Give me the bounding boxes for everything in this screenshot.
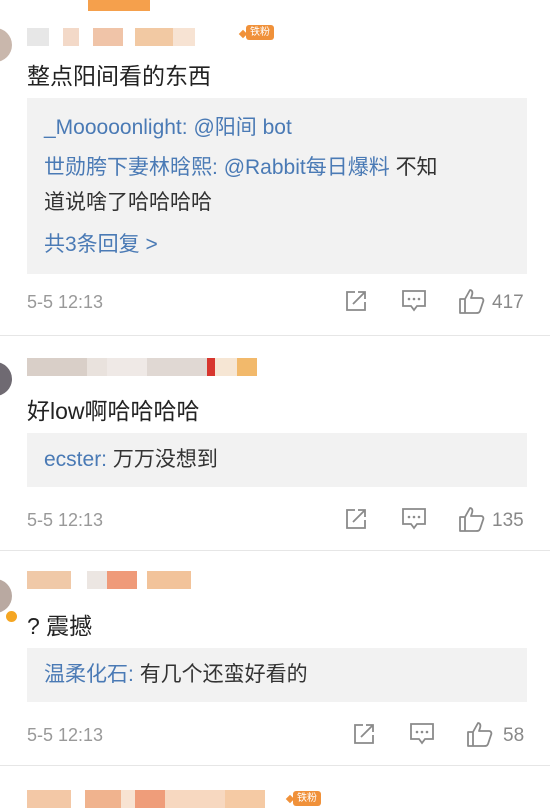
comment-2: 好low啊哈哈哈哈 ecster: 万万没想到 5-5 12:13 135 xyxy=(0,336,550,549)
share-icon[interactable] xyxy=(344,289,368,313)
reply-box[interactable]: _Mooooonlight: @阳间 bot 世勋胯下妻林晗熙: @Rabbit… xyxy=(27,98,527,274)
username-blurred[interactable] xyxy=(27,571,191,589)
verified-dot xyxy=(4,609,19,624)
more-replies-link[interactable]: 共3条回复 > xyxy=(44,226,158,264)
like-icon[interactable] xyxy=(465,720,493,748)
reply-user[interactable]: 世勋胯下妻林晗熙: xyxy=(44,156,218,179)
comment-icon[interactable] xyxy=(401,507,427,531)
fan-badge: 铁粉 xyxy=(246,25,274,40)
comment-text: ? 震撼 xyxy=(27,613,93,639)
reply-box[interactable]: 温柔化石: 有几个还蛮好看的 xyxy=(27,648,527,702)
reply-text: 不知 xyxy=(395,156,438,179)
reply-user[interactable]: _Mooooonlight: xyxy=(44,116,188,139)
reply-mention[interactable]: @Rabbit每日爆料 xyxy=(224,156,390,179)
comment-4: 铁粉 xyxy=(0,766,550,808)
reply-text: @阳间 bot xyxy=(193,116,292,139)
like-count: 135 xyxy=(492,510,524,531)
timestamp: 5-5 12:13 xyxy=(27,725,104,745)
share-icon[interactable] xyxy=(352,722,376,746)
reply-line-3: 道说啥了哈哈哈哈 xyxy=(44,184,212,222)
comment-text: 整点阳间看的东西 xyxy=(27,63,211,89)
username-blurred[interactable] xyxy=(27,790,265,808)
avatar[interactable] xyxy=(0,28,12,62)
timestamp: 5-5 12:13 xyxy=(27,292,104,312)
username-blurred[interactable] xyxy=(27,28,195,46)
avatar[interactable] xyxy=(0,579,12,613)
comment-text: 好low啊哈哈哈哈 xyxy=(27,398,200,424)
like-count: 417 xyxy=(492,292,524,313)
comment-icon[interactable] xyxy=(409,722,435,746)
share-icon[interactable] xyxy=(344,507,368,531)
reply-text: 有几个还蛮好看的 xyxy=(139,663,308,686)
comment-1: 铁粉 整点阳间看的东西 _Mooooonlight: @阳间 bot 世勋胯下妻… xyxy=(0,0,550,335)
reply-box[interactable]: ecster: 万万没想到 xyxy=(27,433,527,487)
like-count: 58 xyxy=(503,725,525,746)
username-blurred[interactable] xyxy=(27,358,257,376)
reply-line-1: 温柔化石: 有几个还蛮好看的 xyxy=(44,656,308,694)
fan-badge: 铁粉 xyxy=(293,791,321,806)
reply-line-1: ecster: 万万没想到 xyxy=(44,441,218,479)
reply-line-1: _Mooooonlight: @阳间 bot xyxy=(44,109,292,147)
comment-3: ? 震撼 温柔化石: 有几个还蛮好看的 5-5 12:13 58 xyxy=(0,551,550,759)
reply-text: 万万没想到 xyxy=(112,448,218,471)
comment-icon[interactable] xyxy=(401,289,427,313)
timestamp: 5-5 12:13 xyxy=(27,510,104,530)
reply-text-continued: 道说啥了哈哈哈哈 xyxy=(44,191,212,214)
like-icon[interactable] xyxy=(457,505,485,533)
reply-line-2: 世勋胯下妻林晗熙: @Rabbit每日爆料 不知 xyxy=(44,149,438,187)
reply-user[interactable]: 温柔化石: xyxy=(44,663,134,686)
avatar[interactable] xyxy=(0,362,12,396)
reply-user[interactable]: ecster: xyxy=(44,448,107,471)
like-icon[interactable] xyxy=(457,287,485,315)
